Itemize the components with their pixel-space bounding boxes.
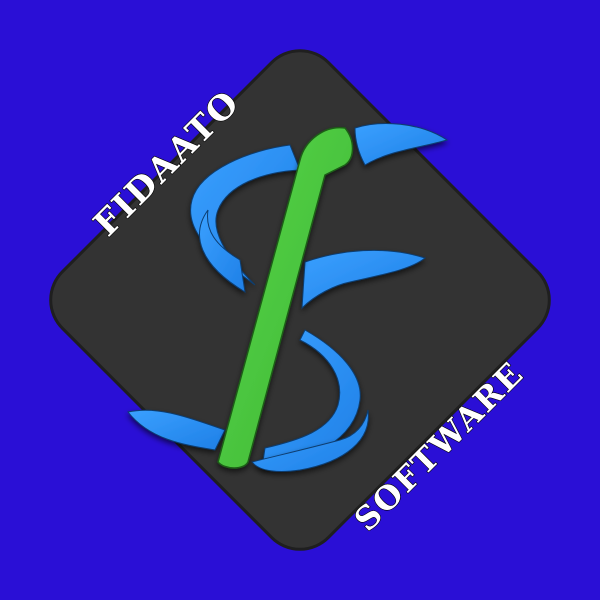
fidaato-logo: FIDAATO SOFTWARE	[49, 49, 551, 551]
logo-canvas: FIDAATO SOFTWARE	[0, 0, 600, 600]
badge-diamond	[49, 49, 551, 551]
